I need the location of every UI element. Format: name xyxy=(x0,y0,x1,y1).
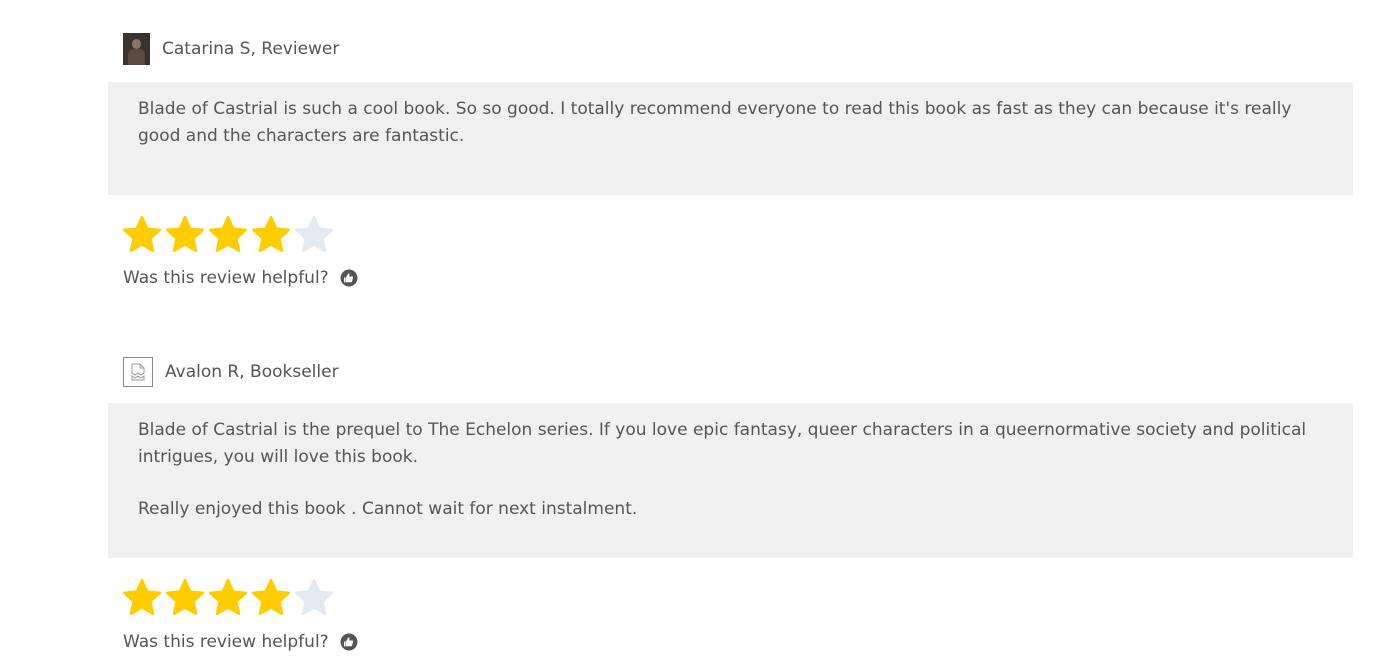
review-header: Catarina S, Reviewer xyxy=(123,33,339,65)
star-filled-icon xyxy=(165,215,205,253)
reviewer-name: Avalon R, Bookseller xyxy=(165,362,339,382)
star-filled-icon xyxy=(122,578,162,616)
star-filled-icon xyxy=(122,215,162,253)
review-header: Avalon R, Bookseller xyxy=(123,357,339,387)
reviewer-avatar[interactable] xyxy=(123,357,153,387)
review-paragraph: Really enjoyed this book . Cannot wait f… xyxy=(138,499,638,519)
star-filled-icon xyxy=(208,215,248,253)
star-empty-icon xyxy=(294,578,334,616)
helpful-prompt: Was this review helpful? xyxy=(123,268,358,288)
review-paragraph: Blade of Castrial is such a cool book. S… xyxy=(138,99,1292,146)
helpful-label: Was this review helpful? xyxy=(123,268,329,288)
star-rating xyxy=(122,578,337,618)
review-paragraph: Blade of Castrial is the prequel to The … xyxy=(138,420,1307,467)
star-filled-icon xyxy=(165,578,205,616)
broken-image-icon xyxy=(131,363,145,381)
thumbs-up-icon[interactable] xyxy=(340,269,358,287)
star-empty-icon xyxy=(294,215,334,253)
star-rating xyxy=(122,215,337,255)
helpful-label: Was this review helpful? xyxy=(123,632,329,652)
star-filled-icon xyxy=(251,215,291,253)
review-text: Blade of Castrial is the prequel to The … xyxy=(108,403,1353,558)
star-filled-icon xyxy=(251,578,291,616)
reviewer-name: Catarina S, Reviewer xyxy=(162,39,340,59)
reviewer-avatar[interactable] xyxy=(123,33,150,65)
helpful-prompt: Was this review helpful? xyxy=(123,632,358,652)
thumbs-up-icon[interactable] xyxy=(340,633,358,651)
star-filled-icon xyxy=(208,578,248,616)
review-text: Blade of Castrial is such a cool book. S… xyxy=(108,82,1353,195)
